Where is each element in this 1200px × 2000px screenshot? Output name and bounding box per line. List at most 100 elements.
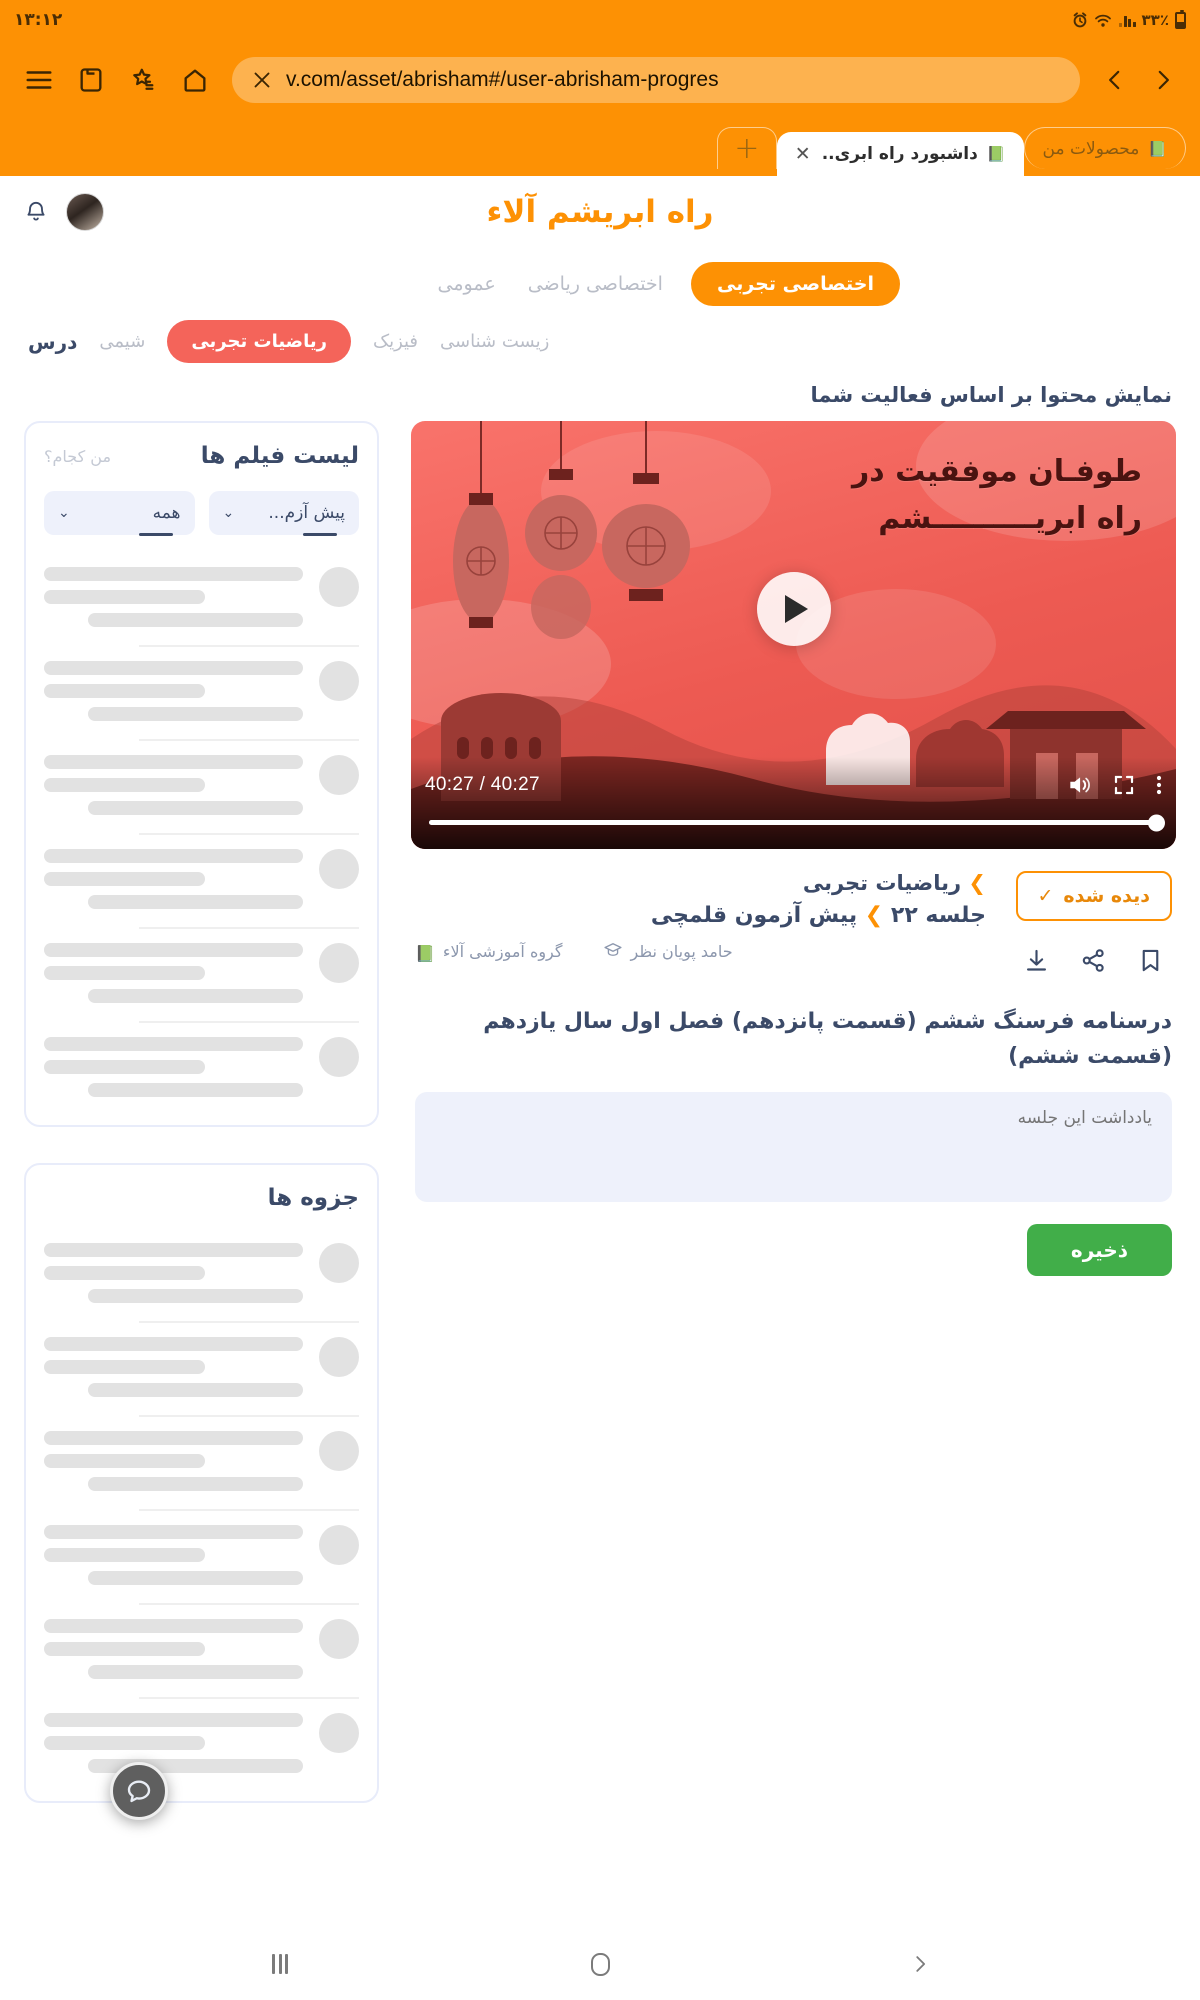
skeleton-avatar: [319, 1243, 359, 1283]
films-card-header: لیست فیلم ها من کجام؟: [44, 443, 359, 469]
alarm-icon: [1073, 12, 1087, 28]
breadcrumb-subject[interactable]: ریاضیات تجربی: [803, 871, 961, 895]
skeleton-avatar: [319, 1525, 359, 1565]
new-tab-button[interactable]: +: [716, 127, 777, 169]
skeleton-avatar: [319, 943, 359, 983]
alaa-favicon: 📗: [1148, 139, 1167, 158]
select-exam-type[interactable]: پیش آزم... ⌄: [208, 491, 359, 536]
forward-button[interactable]: [1142, 57, 1184, 103]
subject-biology[interactable]: زیست شناسی: [440, 331, 549, 352]
notes-skeleton-list: [44, 1229, 359, 1791]
alaa-badge-icon: 📗: [415, 944, 435, 963]
publisher-name: گروه آموزشی آلاء: [442, 942, 563, 961]
breadcrumb-separator: ❯: [864, 903, 884, 928]
home-nav-icon: [590, 1952, 610, 1976]
filter-tab-general[interactable]: عمومی: [434, 263, 500, 305]
list-item: [44, 553, 359, 645]
download-icon[interactable]: [1023, 947, 1050, 978]
home-icon[interactable]: [172, 57, 218, 103]
lesson-note-section: درسنامه فرسنگ ششم (قسمت پانزدهم) فصل اول…: [411, 978, 1176, 1277]
bookmark-star-icon[interactable]: [120, 57, 166, 103]
save-note-button[interactable]: ذخیره: [1026, 1224, 1172, 1277]
subject-math-experimental[interactable]: ریاضیات تجربی: [167, 320, 351, 363]
video-column: طوفـان موفقیت در راه ابریــــــــــشم 40…: [411, 421, 1176, 1277]
browser-tab-inactive[interactable]: 📗 محصولات من: [1023, 127, 1186, 169]
select-all-filter[interactable]: همه ⌄: [44, 491, 195, 536]
browser-tab-title: داشبورد راه ابری..: [821, 144, 978, 164]
filter-tab-math[interactable]: اختصاصی ریاضی: [524, 263, 667, 305]
skeleton-lines: [44, 1337, 303, 1397]
video-controls-row: 40:27 / 40:27: [425, 757, 1162, 813]
avatar[interactable]: [66, 193, 104, 231]
chat-bubble-fab[interactable]: [110, 1762, 168, 1820]
video-progress-bar[interactable]: [429, 814, 1165, 831]
site-logo[interactable]: راه ابریشم آلاء: [487, 194, 715, 230]
video-progress-handle[interactable]: [1148, 814, 1165, 831]
video-controls: 40:27 / 40:27: [411, 757, 1176, 849]
notes-card-header: جزوه ها: [44, 1185, 359, 1211]
browser-toolbar: v.com/asset/abrisham#/user-abrisham-prog…: [0, 40, 1200, 120]
fullscreen-icon[interactable]: [1112, 773, 1136, 797]
skeleton-lines: [44, 1525, 303, 1585]
share-icon[interactable]: [1080, 947, 1107, 978]
video-player[interactable]: طوفـان موفقیت در راه ابریــــــــــشم 40…: [411, 421, 1176, 849]
content-meta-row: دیده شده ✓ ❯ ریاضیات تجربی جلسه ۲۲ ❯ پیش…: [411, 849, 1176, 978]
skeleton-lines: [44, 755, 303, 815]
breadcrumb-session[interactable]: جلسه ۲۲: [891, 903, 986, 928]
films-card-title: لیست فیلم ها: [200, 443, 359, 469]
chevron-down-icon: ⌄: [222, 505, 235, 521]
recents-icon: [272, 1954, 288, 1974]
skeleton-avatar: [319, 755, 359, 795]
status-bar-left: ٪٣٣: [1072, 9, 1186, 29]
recents-button[interactable]: [245, 1939, 315, 1989]
filter-tab-experimental[interactable]: اختصاصی تجربی: [690, 262, 900, 306]
notifications-bell-icon[interactable]: [22, 198, 50, 226]
list-item: [44, 1323, 359, 1415]
tabs-icon[interactable]: [68, 57, 114, 103]
main-layout: طوفـان موفقیت در راه ابریــــــــــشم 40…: [0, 415, 1200, 1803]
category-filter-tabs: اختصاصی تجربی اختصاصی ریاضی عمومی: [0, 248, 1200, 310]
video-title-line2: راه ابریــــــــــشم: [878, 500, 1142, 536]
browser-tab-active[interactable]: 📗 داشبورد راه ابری.. ✕: [776, 132, 1024, 176]
play-button[interactable]: [756, 572, 831, 647]
home-button[interactable]: [565, 1939, 635, 1989]
list-item: [44, 835, 359, 927]
skeleton-avatar: [319, 661, 359, 701]
subject-chemistry[interactable]: شیمی: [99, 331, 145, 352]
url-bar[interactable]: v.com/asset/abrisham#/user-abrisham-prog…: [232, 57, 1080, 103]
tab-close-icon[interactable]: ✕: [795, 143, 811, 165]
seen-label: دیده شده: [1063, 885, 1150, 907]
content-meta-sub: حامد پویان نظر گروه آموزشی آلاء 📗: [415, 938, 986, 968]
skeleton-lines: [44, 1619, 303, 1679]
back-button[interactable]: [1094, 57, 1136, 103]
list-item: [44, 1511, 359, 1603]
action-icon-row: [1002, 947, 1172, 978]
notes-list-card: جزوه ها: [24, 1163, 379, 1803]
seen-status-button[interactable]: دیده شده ✓: [1015, 871, 1172, 921]
check-icon: ✓: [1037, 885, 1054, 907]
more-options-icon[interactable]: [1156, 773, 1162, 797]
breadcrumb-course[interactable]: پیش آزمون قلمچی: [651, 903, 857, 928]
bookmark-icon[interactable]: [1137, 947, 1164, 978]
volume-icon[interactable]: [1066, 772, 1092, 798]
session-note-input[interactable]: [415, 1092, 1172, 1203]
status-bar-clock: ۱۳:۱۲: [14, 10, 63, 30]
back-nav-button[interactable]: [885, 1939, 955, 1989]
skeleton-avatar: [319, 849, 359, 889]
where-am-i-link[interactable]: من کجام؟: [44, 447, 111, 466]
wifi-icon: [1095, 14, 1111, 27]
subject-filter-row: زیست شناسی فیزیک ریاضیات تجربی شیمی درس: [0, 310, 1200, 367]
breadcrumb-separator: ❯: [968, 871, 986, 895]
alaa-favicon: 📗: [986, 145, 1006, 163]
subject-physics[interactable]: فیزیک: [373, 331, 418, 352]
lesson-title: درسنامه فرسنگ ششم (قسمت پانزدهم) فصل اول…: [483, 1009, 1172, 1070]
video-time-display: 40:27 / 40:27: [425, 774, 540, 795]
list-item: [44, 1417, 359, 1509]
list-item: [44, 1699, 359, 1791]
films-list-card: لیست فیلم ها من کجام؟ پیش آزم... ⌄ همه ⌄: [24, 421, 379, 1127]
menu-icon[interactable]: [16, 57, 62, 103]
teacher-info: حامد پویان نظر: [603, 938, 733, 968]
close-icon[interactable]: [250, 68, 274, 92]
skeleton-avatar: [319, 567, 359, 607]
page-content: راه ابریشم آلاء اختصاصی تجربی اختصاصی ری…: [0, 176, 1200, 1932]
